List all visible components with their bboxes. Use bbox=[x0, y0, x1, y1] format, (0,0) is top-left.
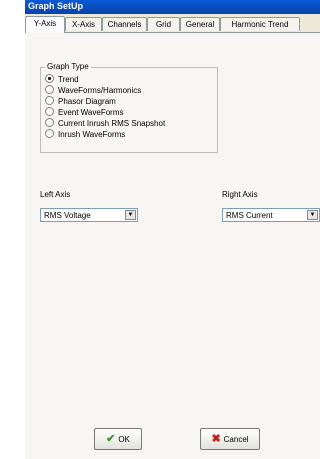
cancel-button[interactable]: ✖ Cancel bbox=[200, 428, 260, 450]
tab-harmonic-trend[interactable]: Harmonic Trend bbox=[220, 17, 300, 31]
radio-trend[interactable]: Trend bbox=[45, 74, 79, 84]
radio-selected-icon[interactable] bbox=[45, 74, 54, 83]
radio-icon[interactable] bbox=[45, 107, 54, 116]
graph-setup-window: Graph SetUp Y-Axis X-Axis Channels Grid … bbox=[25, 0, 320, 459]
left-axis-select[interactable]: RMS Voltage ▼ bbox=[40, 208, 138, 222]
tab-general[interactable]: General bbox=[180, 17, 220, 31]
radio-icon[interactable] bbox=[45, 129, 54, 138]
title-bar[interactable]: Graph SetUp bbox=[25, 0, 320, 14]
tab-channels[interactable]: Channels bbox=[102, 17, 147, 31]
right-axis-select[interactable]: RMS Current ▼ bbox=[222, 208, 320, 222]
radio-label: Inrush WaveForms bbox=[58, 130, 126, 139]
left-axis-value: RMS Voltage bbox=[44, 211, 91, 220]
chevron-down-icon[interactable]: ▼ bbox=[125, 210, 136, 220]
tab-page-y-axis: Graph Type Trend WaveForms/Harmonics Pha… bbox=[25, 32, 320, 459]
radio-current-inrush-rms[interactable]: Current Inrush RMS Snapshot bbox=[45, 118, 165, 128]
radio-label: Event WaveForms bbox=[58, 108, 124, 117]
tab-strip: Y-Axis X-Axis Channels Grid General Harm… bbox=[25, 16, 320, 33]
checkmark-icon: ✔ bbox=[106, 433, 116, 445]
right-axis-label: Right Axis bbox=[222, 190, 258, 199]
radio-waveforms-harmonics[interactable]: WaveForms/Harmonics bbox=[45, 85, 141, 95]
radio-label: WaveForms/Harmonics bbox=[58, 86, 142, 95]
tab-x-axis[interactable]: X-Axis bbox=[65, 17, 102, 31]
chevron-down-icon[interactable]: ▼ bbox=[307, 210, 318, 220]
radio-icon[interactable] bbox=[45, 85, 54, 94]
left-axis-label: Left Axis bbox=[40, 190, 71, 199]
x-icon: ✖ bbox=[211, 433, 221, 445]
ok-button[interactable]: ✔ OK bbox=[94, 428, 142, 450]
right-axis-value: RMS Current bbox=[226, 211, 273, 220]
cancel-label: Cancel bbox=[223, 435, 249, 444]
radio-event-waveforms[interactable]: Event WaveForms bbox=[45, 107, 124, 117]
tab-grid[interactable]: Grid bbox=[147, 17, 180, 31]
radio-icon[interactable] bbox=[45, 118, 54, 127]
tab-y-axis[interactable]: Y-Axis bbox=[25, 16, 65, 33]
radio-icon[interactable] bbox=[45, 96, 54, 105]
radio-label: Current Inrush RMS Snapshot bbox=[58, 119, 166, 128]
radio-phasor-diagram[interactable]: Phasor Diagram bbox=[45, 96, 116, 106]
window-title: Graph SetUp bbox=[28, 1, 84, 11]
graph-type-group: Graph Type Trend WaveForms/Harmonics Pha… bbox=[40, 62, 218, 153]
radio-label: Phasor Diagram bbox=[58, 97, 116, 106]
radio-inrush-waveforms[interactable]: Inrush WaveForms bbox=[45, 129, 125, 139]
radio-label: Trend bbox=[58, 75, 79, 84]
ok-label: OK bbox=[118, 435, 130, 444]
graph-type-legend: Graph Type bbox=[45, 62, 91, 71]
